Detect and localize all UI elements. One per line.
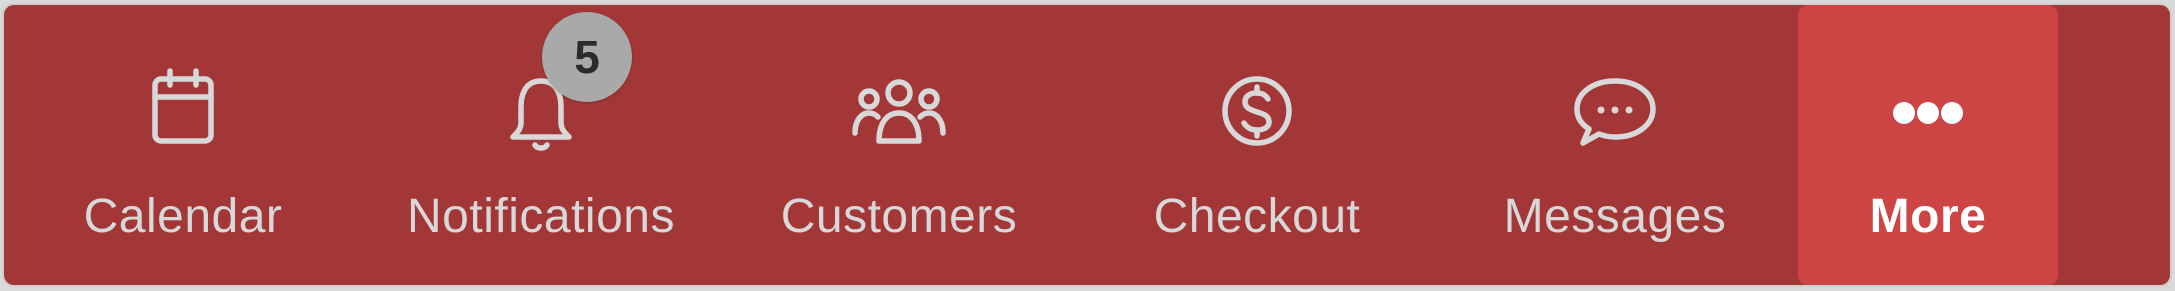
bottom-tab-bar: Calendar 5 Notifications Customers Check…: [4, 5, 2170, 285]
notification-count-badge: 5: [542, 12, 632, 102]
tab-label-more: More: [1869, 190, 1987, 243]
tab-checkout[interactable]: Checkout: [1078, 5, 1436, 285]
more-dots-icon: [1863, 57, 1993, 177]
people-icon: [834, 57, 964, 177]
tab-calendar[interactable]: Calendar: [4, 5, 362, 285]
tab-messages[interactable]: Messages: [1436, 5, 1794, 285]
tab-label-messages: Messages: [1503, 190, 1727, 243]
tab-customers[interactable]: Customers: [720, 5, 1078, 285]
calendar-icon: [118, 57, 248, 177]
tab-notifications[interactable]: 5 Notifications: [362, 5, 720, 285]
tab-label-calendar: Calendar: [83, 190, 283, 243]
tab-label-checkout: Checkout: [1153, 190, 1361, 243]
tab-label-notifications: Notifications: [407, 190, 675, 243]
dollar-circle-icon: [1192, 57, 1322, 177]
tab-label-customers: Customers: [780, 190, 1018, 243]
bell-icon: 5: [476, 12, 632, 177]
tab-more[interactable]: More: [1798, 5, 2058, 285]
chat-bubble-icon: [1550, 57, 1680, 177]
